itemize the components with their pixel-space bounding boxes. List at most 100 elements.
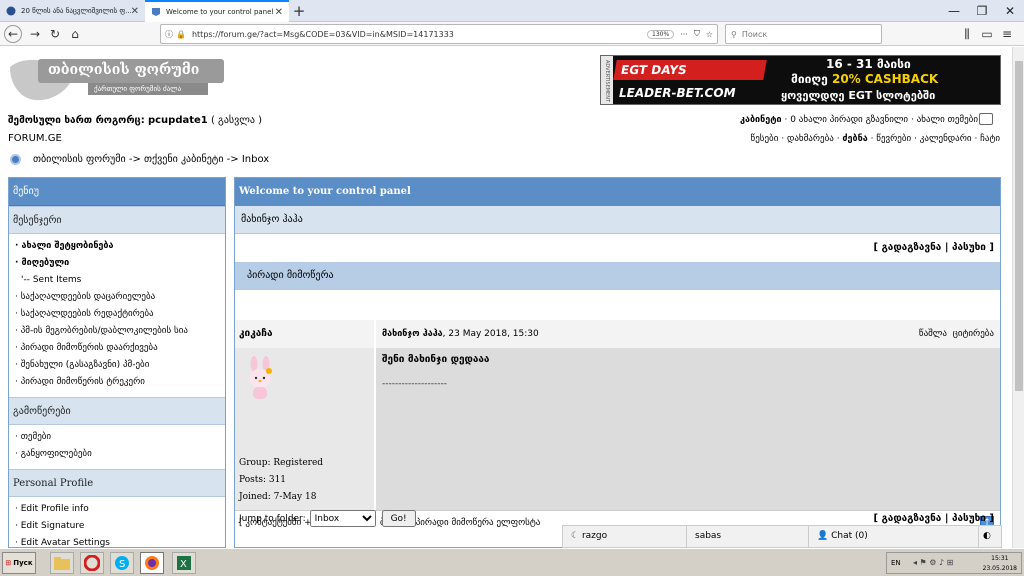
browser-tab-bar: 20 წლის ანა ნაცვლიშვილის ფ... ✕ Welcome … <box>0 0 1024 22</box>
sidebar-item-tracker[interactable]: · პირადი მიმოწერის ტრეკერი <box>15 374 219 391</box>
tray-icons[interactable]: ◂ ⚑ ⚙ ♪ ⊞ <box>913 558 953 567</box>
skype-icon[interactable]: S <box>110 552 134 574</box>
minimize-icon[interactable]: — <box>940 0 968 22</box>
sidebar-item-edit-avatar[interactable]: · Edit Avatar Settings <box>15 535 219 547</box>
clock[interactable]: 15:31 23.05.2018 <box>983 554 1017 574</box>
chat-link[interactable]: ჩატი <box>980 134 1000 144</box>
sidebar-item-sent-items[interactable]: '-- Sent Items <box>15 272 219 289</box>
logged-in-prefix: შემოსული ხართ როგორც: <box>8 115 145 126</box>
browser-tab-1[interactable]: 20 წლის ანა ნაცვლიშვილის ფ... ✕ <box>0 0 145 22</box>
close-tab-1-icon[interactable]: ✕ <box>131 6 139 17</box>
sidebar-item-buddy-list[interactable]: · პმ-ის მეგობრების/დაბლოკილების სია <box>15 323 219 340</box>
browser-tab-1-title: 20 წლის ანა ნაცვლიშვილის ფ... <box>21 7 131 15</box>
new-topics-link[interactable]: ახალი თემები <box>917 115 978 125</box>
message-actions-top[interactable]: [ გადაგზავნა | პასუხი ] <box>235 234 1000 262</box>
zoom-level[interactable]: 130% <box>647 29 675 39</box>
author-name[interactable]: კიკაჩა <box>235 320 374 348</box>
sidebar-item-edit-profile[interactable]: · Edit Profile info <box>15 501 219 518</box>
chat-user-sabas[interactable]: sabas <box>687 526 809 547</box>
search-icon: ⚲ <box>731 29 737 39</box>
members-link[interactable]: წევრები <box>876 134 911 144</box>
search-placeholder: Поиск <box>741 29 768 39</box>
message-actions-bottom[interactable]: [ გადაგზავნა | პასუხი ] <box>874 513 994 524</box>
lock-icon: 🔒 <box>176 29 186 39</box>
logged-in-status: შემოსული ხართ როგორც: pcupdate1 ( გასვლა… <box>8 115 262 126</box>
clock-date: 23.05.2018 <box>982 565 1017 572</box>
back-icon[interactable]: ← <box>4 25 22 43</box>
section-label: პირადი მიმოწერა <box>235 262 1000 290</box>
help-link[interactable]: დახმარება <box>787 134 834 144</box>
sidebar-toggle-icon[interactable]: ▭ <box>978 25 996 43</box>
folder-select[interactable]: Inbox <box>309 510 376 527</box>
avatar <box>245 356 275 400</box>
new-messages-link[interactable]: 0 ახალი პირადი გზავნილი <box>790 115 908 125</box>
start-button[interactable]: ⊞ Пуск <box>2 552 36 574</box>
cabinet-link[interactable]: კაბინეტი <box>740 115 782 125</box>
author-panel: კიკაჩა Group: Registered Posts: 311 Join… <box>235 320 375 510</box>
sidebar-menu: მენიუ მესენჯერი · ახალი შეტყობინება · მი… <box>8 177 226 548</box>
file-explorer-icon[interactable] <box>50 552 74 574</box>
close-tab-2-icon[interactable]: ✕ <box>275 7 283 18</box>
forum-logo[interactable]: თბილისის ფორუმი ქართული ფორუმის ძალა <box>8 53 228 109</box>
breadcrumb-bullet-icon <box>10 154 21 165</box>
advertisement-banner[interactable]: ADVERTISEMENT EGT DAYS LEADER-BET.COM 16… <box>600 55 1001 105</box>
message-title: მახინჯო ჰაჰა <box>382 329 443 339</box>
sidebar-item-inbox[interactable]: · მიღებული <box>15 255 219 272</box>
banner-cashback: მიიღე 20% CASHBACK <box>791 72 939 86</box>
sidebar-item-saved-pms[interactable]: · შენახული (გასაგზავნი) პმ-ები <box>15 357 219 374</box>
sidebar-item-archive[interactable]: · პირადი მიმოწერის დაარქივება <box>15 340 219 357</box>
sidebar-item-edit-folders[interactable]: · საქაღალდეების რედაქტირება <box>15 306 219 323</box>
delete-link[interactable]: წაშლა <box>919 329 947 339</box>
banner-brand: EGT DAYS <box>613 60 767 80</box>
chat-toggle[interactable]: 👤 Chat (0) <box>809 526 979 547</box>
home-icon[interactable]: ⌂ <box>66 25 84 43</box>
sidebar-item-edit-signature[interactable]: · Edit Signature <box>15 518 219 535</box>
message-signature: -------------------- <box>382 379 447 389</box>
calendar-link[interactable]: კალენდარი <box>920 134 972 144</box>
rules-link[interactable]: წესები <box>751 134 779 144</box>
sidebar-section-messenger: მესენჯერი <box>9 206 225 234</box>
logout-link[interactable]: ( გასვლა ) <box>211 115 262 126</box>
sidebar-item-empty-folders[interactable]: · საქაღალდეების დაცარიელება <box>15 289 219 306</box>
reload-icon[interactable]: ↻ <box>46 25 64 43</box>
language-indicator[interactable]: EN <box>891 559 901 567</box>
opera-icon[interactable] <box>80 552 104 574</box>
message-bubble-icon[interactable] <box>979 113 993 125</box>
message-date: , 23 May 2018, 15:30 <box>442 329 539 339</box>
system-tray: EN ◂ ⚑ ⚙ ♪ ⊞ 15:31 23.05.2018 <box>886 552 1022 574</box>
hamburger-menu-icon[interactable]: ≡ <box>998 25 1016 43</box>
browser-tab-2[interactable]: Welcome to your control panel ✕ <box>145 0 289 22</box>
library-icon[interactable]: ⫼ <box>958 25 976 43</box>
quote-link[interactable]: ციტირება <box>953 329 994 339</box>
jump-label: Jump to folder: <box>239 513 306 524</box>
new-tab-icon[interactable]: + <box>289 0 309 22</box>
window-close-icon[interactable]: ✕ <box>996 0 1024 22</box>
go-button[interactable]: Go! <box>381 510 416 527</box>
chat-user-razgo[interactable]: ☾ razgo <box>563 526 687 547</box>
message-header: მახინჯო ჰაჰა, 23 May 2018, 15:30 წაშლა ც… <box>376 320 1000 348</box>
bookmark-star-icon[interactable]: ☆ <box>706 30 713 39</box>
info-icon[interactable]: ⓘ <box>165 29 173 40</box>
sidebar-item-forums[interactable]: · განყოფილებები <box>15 446 219 463</box>
maximize-icon[interactable]: ❐ <box>968 0 996 22</box>
breadcrumb-text[interactable]: თბილისის ფორუმი -> თქვენი კაბინეტი -> In… <box>33 154 269 165</box>
windows-logo-icon: ⊞ <box>5 559 12 567</box>
search-link[interactable]: ძებნა <box>842 134 867 144</box>
page-actions-icon[interactable]: ··· <box>680 30 688 39</box>
pocket-icon[interactable]: ⛉ <box>694 29 700 39</box>
excel-icon[interactable]: X <box>172 552 196 574</box>
sidebar-item-topics[interactable]: · თემები <box>15 429 219 446</box>
chat-status-icon[interactable]: ◐ <box>979 526 1001 547</box>
firefox-icon[interactable] <box>140 552 164 574</box>
browser-nav-bar: ← → ↻ ⌂ ⓘ 🔒 https://forum.ge/?act=Msg&CO… <box>0 22 1024 46</box>
sidebar-item-new-message[interactable]: · ახალი შეტყობინება <box>15 238 219 255</box>
search-input[interactable]: ⚲ Поиск <box>725 24 882 44</box>
url-bar[interactable]: ⓘ 🔒 https://forum.ge/?act=Msg&CODE=03&VI… <box>160 24 718 44</box>
page-content: თბილისის ფორუმი ქართული ფორუმის ძალა ADV… <box>0 47 1012 548</box>
control-panel: Welcome to your control panel მახინჯო ჰა… <box>234 177 1001 548</box>
forum-favicon-icon <box>151 7 161 17</box>
username-link[interactable]: pcupdate1 <box>148 115 208 126</box>
forward-icon[interactable]: → <box>26 25 44 43</box>
page-scrollbar[interactable] <box>1012 47 1024 548</box>
jump-to-folder: Jump to folder: Inbox Go! <box>239 510 416 527</box>
